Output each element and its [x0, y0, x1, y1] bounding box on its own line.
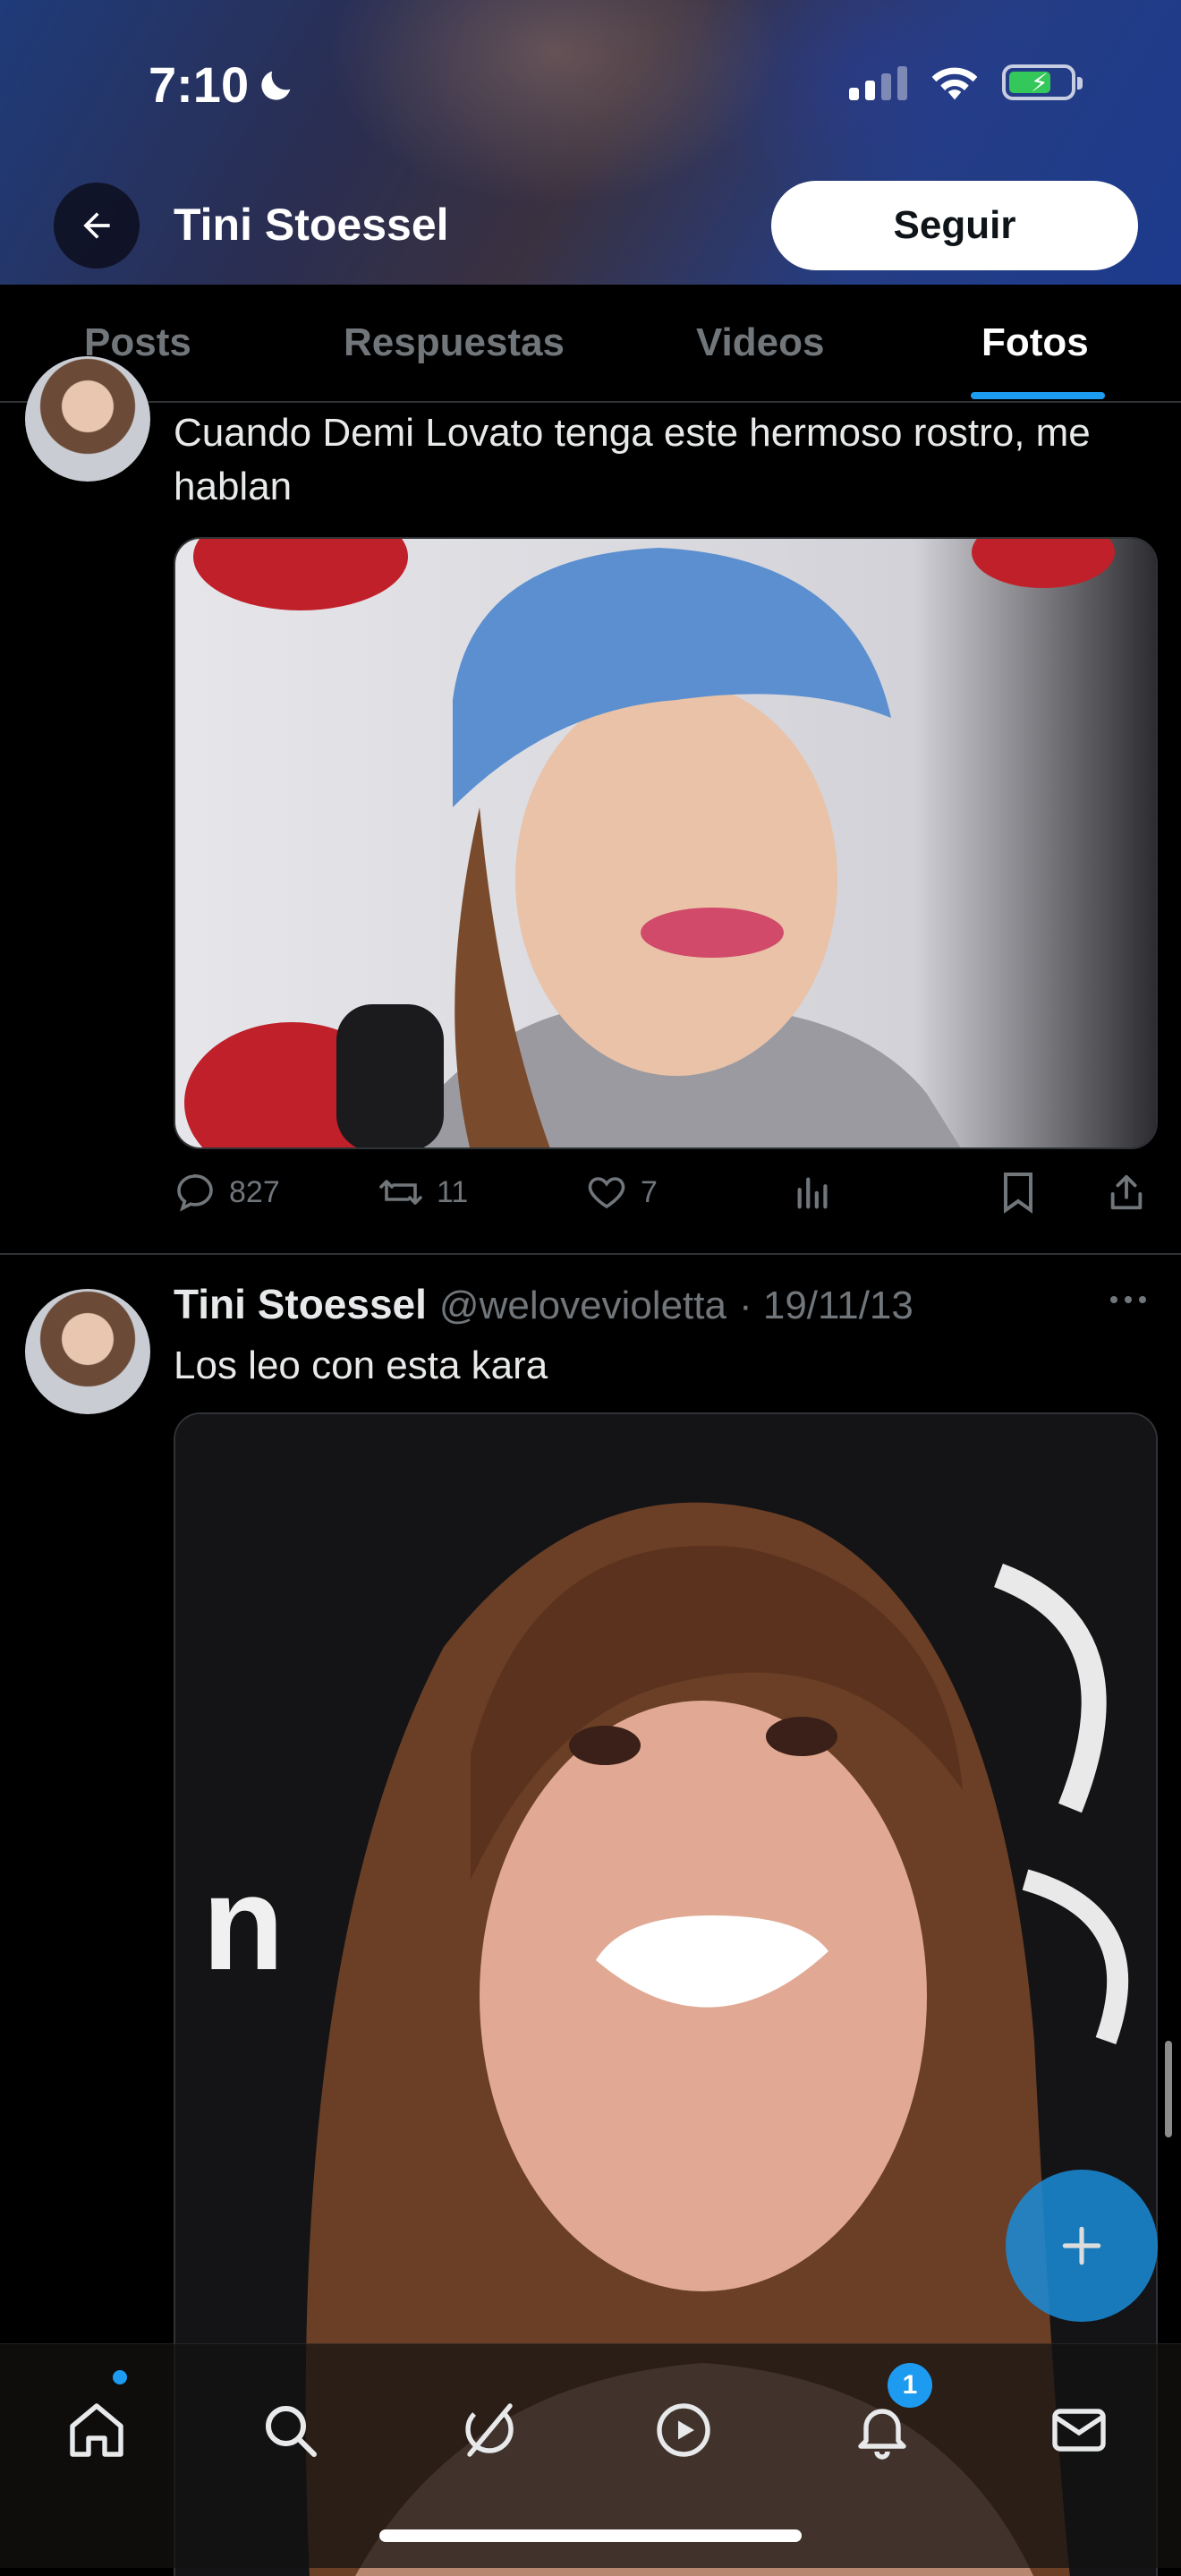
share-icon [1110, 1174, 1143, 1210]
reply-icon [177, 1173, 213, 1212]
more-icon [1110, 1296, 1146, 1303]
grok-icon [465, 2403, 514, 2457]
messages-icon [1052, 2409, 1106, 2452]
nav-grok[interactable] [456, 2398, 521, 2467]
heart-icon [588, 1177, 625, 1209]
page-title: Tini Stoessel [174, 200, 449, 250]
views-icon [797, 1177, 828, 1209]
author-handle[interactable]: @weloveviolettа [439, 1284, 726, 1328]
nav-notifications[interactable] [850, 2398, 914, 2467]
back-button[interactable] [54, 183, 140, 269]
tab-fotos[interactable]: Fotos [981, 320, 1089, 365]
status-icons: ⚡ [849, 63, 1083, 102]
photo-placeholder [175, 539, 1156, 1147]
author-name[interactable]: Tini Stoessel [174, 1280, 427, 1328]
repost-button[interactable]: 11 [378, 1171, 468, 1214]
more-options-button[interactable] [1106, 1282, 1151, 1322]
post-text: Los leo con esta kara [174, 1343, 548, 1387]
follow-button[interactable]: Seguir [771, 181, 1138, 270]
battery-icon: ⚡ [1002, 64, 1083, 100]
home-unread-dot [113, 2370, 127, 2384]
home-icon [70, 2403, 123, 2457]
plus-icon [1062, 2226, 1101, 2265]
compose-post-button[interactable] [1006, 2170, 1158, 2322]
tab-respuestas[interactable]: Respuestas [344, 320, 565, 365]
wifi-icon [931, 67, 978, 100]
status-time: 7:10 [149, 55, 297, 114]
back-arrow-icon [83, 212, 110, 239]
moon-icon [261, 71, 291, 100]
status-time-text: 7:10 [149, 56, 250, 113]
active-tab-indicator [971, 392, 1105, 399]
notifications-icon [858, 2409, 906, 2460]
post-photo[interactable] [174, 537, 1158, 1149]
nav-home[interactable] [64, 2398, 129, 2467]
reply-button[interactable]: 827 [174, 1171, 280, 1214]
search-icon [266, 2406, 317, 2457]
nav-video[interactable] [651, 2398, 716, 2467]
video-icon [657, 2403, 710, 2457]
bookmark-button[interactable] [998, 1171, 1038, 1214]
post-date: · 19/11/13 [738, 1284, 913, 1327]
bookmark-icon [1004, 1173, 1032, 1214]
like-count: 7 [641, 1174, 658, 1209]
repost-count: 11 [437, 1174, 469, 1209]
post-text: Cuando Demi Lovato tenga este hermoso ro… [174, 411, 1091, 508]
cellular-signal-icon [849, 64, 907, 100]
post-avatar[interactable] [25, 1289, 150, 1414]
share-button[interactable] [1106, 1171, 1147, 1214]
repost-icon [379, 1180, 422, 1205]
post-header: Tini Stoessel @weloveviolettа · 19/11/13 [174, 1280, 913, 1328]
scrollbar[interactable] [1165, 2041, 1172, 2137]
views-button[interactable] [793, 1171, 834, 1212]
like-button[interactable]: 7 [585, 1171, 658, 1214]
notifications-badge: 1 [888, 2363, 932, 2408]
nav-messages[interactable] [1047, 2398, 1111, 2467]
post-avatar[interactable] [25, 356, 150, 482]
svg-text:n: n [202, 1847, 285, 1998]
nav-search[interactable] [258, 2398, 322, 2467]
reply-count: 827 [229, 1174, 280, 1209]
post-divider [0, 1253, 1181, 1255]
tab-videos[interactable]: Videos [696, 320, 824, 365]
home-indicator[interactable] [379, 2529, 802, 2542]
profile-tabs: Posts Respuestas Videos Fotos [0, 285, 1181, 403]
